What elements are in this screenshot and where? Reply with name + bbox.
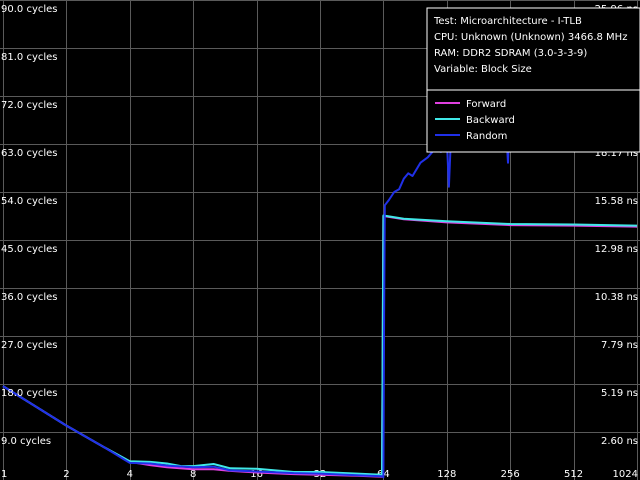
y-tick-label-left: 54.0 cycles	[1, 196, 58, 207]
x-tick-label: 8	[190, 469, 196, 480]
y-tick-label-left: 9.0 cycles	[1, 436, 51, 447]
legend-label-random: Random	[466, 131, 507, 142]
info-line: CPU: Unknown (Unknown) 3466.8 MHz	[434, 32, 627, 43]
legend-label-forward: Forward	[466, 99, 506, 110]
y-tick-label-right: 15.58 ns	[595, 196, 638, 207]
x-tick-label: 128	[437, 469, 456, 480]
y-tick-label-left: 63.0 cycles	[1, 148, 58, 159]
info-line: RAM: DDR2 SDRAM (3.0-3-3-9)	[434, 48, 587, 59]
y-tick-label-right: 12.98 ns	[595, 244, 638, 255]
y-tick-label-right: 7.79 ns	[601, 340, 638, 351]
x-tick-label: 1	[1, 469, 7, 480]
y-tick-label-left: 90.0 cycles	[1, 4, 58, 15]
y-tick-label-left: 45.0 cycles	[1, 244, 58, 255]
x-tick-label: 2	[63, 469, 69, 480]
y-tick-label-right: 10.38 ns	[595, 292, 638, 303]
y-tick-label-left: 81.0 cycles	[1, 52, 58, 63]
y-tick-label-left: 72.0 cycles	[1, 100, 58, 111]
y-tick-label-right: 2.60 ns	[601, 436, 638, 447]
y-tick-label-left: 18.0 cycles	[1, 388, 58, 399]
chart: 1 2 4 8 16 32 64 128 256 512 1024 9.0 cycles18.0 c…	[0, 0, 640, 480]
info-line: Test: Microarchitecture - I-TLB	[433, 16, 582, 27]
x-tick-label: 256	[501, 469, 520, 480]
info-line: Variable: Block Size	[434, 64, 532, 75]
info-box	[426, 7, 640, 153]
legend-label-backward: Backward	[466, 115, 515, 126]
info-legend-box: Test: Microarchitecture - I-TLB CPU: Unk…	[426, 7, 640, 153]
x-tick-label: 4	[127, 469, 133, 480]
y-tick-label-left: 36.0 cycles	[1, 292, 58, 303]
y-tick-label-left: 27.0 cycles	[1, 340, 58, 351]
x-tick-label: 1024	[613, 469, 638, 480]
y-tick-label-right: 5.19 ns	[601, 388, 638, 399]
x-tick-label: 512	[564, 469, 583, 480]
